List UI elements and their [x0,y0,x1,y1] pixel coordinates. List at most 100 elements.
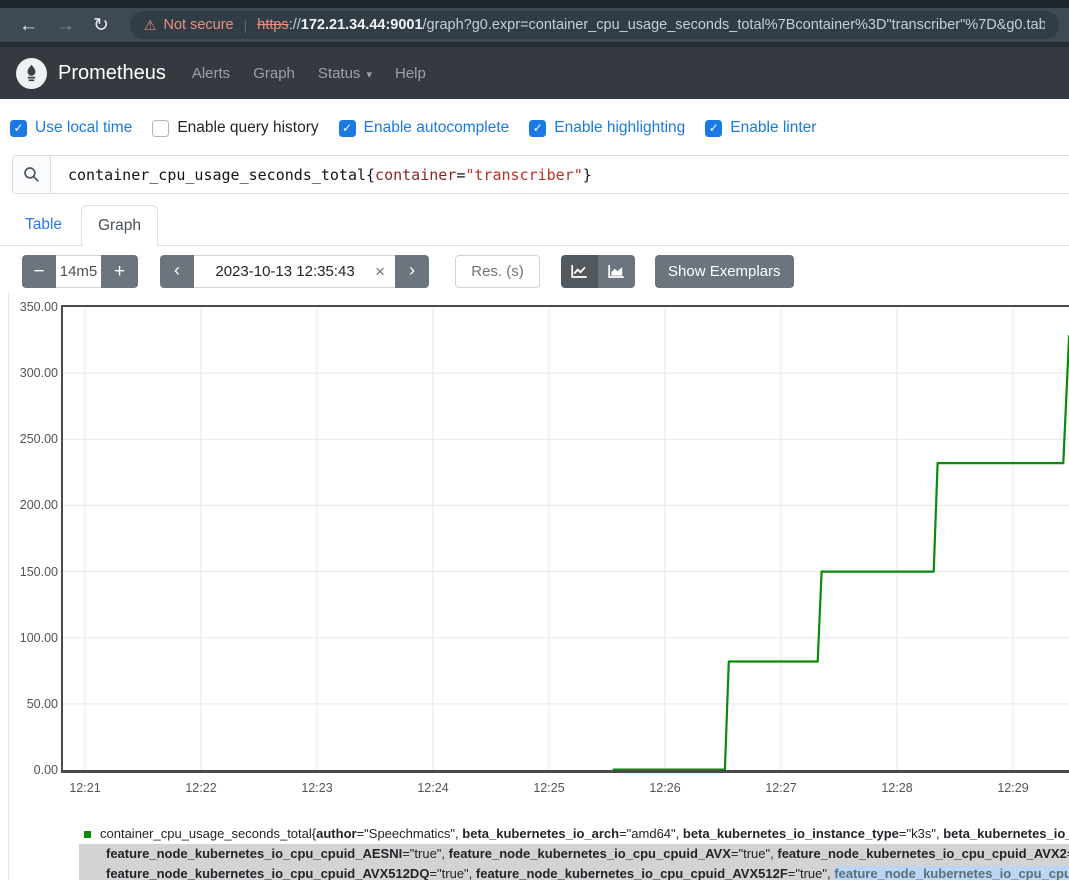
graph-panel: 0.0050.00100.00150.00200.00250.00300.003… [8,292,1069,880]
legend-label-name: feature_node_kubernetes_io_cpu_cpuid_AES… [106,846,402,861]
datetime-field: × [194,255,395,288]
url-path: /graph?g0.expr=container_cpu_usage_secon… [423,17,1045,33]
address-bar[interactable]: ⚠ Not secure | https://172.21.34.44:9001… [130,11,1059,39]
stacked-chart-toggle-button[interactable] [598,255,635,288]
not-secure-label[interactable]: Not secure [163,17,233,33]
legend-swatch-icon [84,831,91,838]
query-token-plain: = [456,166,465,184]
legend-label-value: ="Speechmatics", [357,826,463,841]
checked-checkbox-icon: ✓ [10,120,27,137]
tab-table[interactable]: Table [25,216,62,234]
legend-label-value: container_cpu_usage_seconds_total{ [100,826,316,841]
checked-checkbox-icon: ✓ [705,120,722,137]
show-exemplars-button[interactable]: Show Exemplars [655,255,794,288]
dropdown-caret-icon: ▾ [363,69,372,81]
checkbox-enable-linter[interactable]: ✓Enable linter [705,119,816,137]
browser-window: ← → ↻ ⚠ Not secure | https://172.21.34.4… [0,0,1069,880]
unchecked-checkbox-icon [152,120,169,137]
decrease-duration-button[interactable]: − [22,255,56,288]
browser-toolbar: ← → ↻ ⚠ Not secure | https://172.21.34.4… [0,8,1069,42]
chart-plot-area[interactable] [61,305,1069,773]
legend-label-value: ="true", [731,846,777,861]
prometheus-logo-icon[interactable] [16,58,47,89]
forward-icon[interactable]: → [56,16,75,35]
browser-top-strip [0,0,1069,8]
increase-duration-button[interactable]: + [101,255,138,288]
y-axis-tick-label: 150.00 [9,565,58,579]
x-axis-tick-label: 12:27 [751,781,811,795]
y-axis-tick-label: 100.00 [9,631,58,645]
checkbox-label: Enable highlighting [554,119,685,137]
tab-graph[interactable]: Graph [81,205,158,246]
search-icon [23,166,40,183]
line-chart-icon [571,264,588,279]
y-axis-tick-label: 250.00 [9,432,58,446]
nav-link-graph[interactable]: Graph [253,65,295,82]
checkbox-enable-highlighting[interactable]: ✓ Enable highlighting [529,119,685,137]
query-token-plain: container_cpu_usage_seconds_total{ [68,166,375,184]
query-expression-box: container_cpu_usage_seconds_total{contai… [12,155,1069,194]
settings-row: ✓Use local timeEnable query history✓Enab… [10,112,816,144]
x-axis-tick-label: 12:28 [867,781,927,795]
legend-label-name: feature_node_kubernetes_io_cpu_cpuid_AVX [449,846,731,861]
reload-icon[interactable]: ↻ [93,16,109,35]
not-secure-warning-icon: ⚠ [144,17,157,34]
next-time-button[interactable]: › [395,255,429,288]
legend-label-name: beta_kubernetes_io_os [943,826,1069,841]
flame-icon [22,64,41,83]
nav-link-help[interactable]: Help [395,65,426,82]
legend-text: container_cpu_usage_seconds_total{author… [100,824,1069,844]
nav-link-status[interactable]: Status ▾ [318,65,372,82]
legend-line-1[interactable]: container_cpu_usage_seconds_total{author… [79,824,1069,844]
y-axis-tick-label: 0.00 [9,763,58,777]
url-host: 172.21.34.44:9001 [301,17,423,33]
page-url[interactable]: https://172.21.34.44:9001/graph?g0.expr=… [257,17,1045,33]
query-token-string: "transcriber" [465,166,582,184]
checked-checkbox-icon: ✓ [339,120,356,137]
legend-label-name: feature_node_kubernetes_io_cpu_cpuid_AVX… [106,866,429,880]
resolution-input[interactable] [455,255,540,288]
chart-svg [63,307,1069,770]
query-expression-input[interactable]: container_cpu_usage_seconds_total{contai… [51,156,1069,193]
legend-text: feature_node_kubernetes_io_cpu_cpuid_AES… [106,846,1069,861]
stacked-area-icon [608,264,625,279]
x-axis-tick-label: 12:22 [171,781,231,795]
checked-checkbox-icon: ✓ [529,120,546,137]
legend-line-2[interactable]: feature_node_kubernetes_io_cpu_cpuid_AES… [79,844,1069,864]
previous-time-button[interactable]: ‹ [160,255,194,288]
line-chart-toggle-button[interactable] [561,255,598,288]
brand-title[interactable]: Prometheus [58,62,166,85]
x-axis-tick-label: 12:29 [983,781,1043,795]
legend-label-name: beta_kubernetes_io_instance_type [683,826,899,841]
y-axis-tick-label: 200.00 [9,498,58,512]
legend-text: feature_node_kubernetes_io_cpu_cpuid_AVX… [106,866,1069,880]
y-axis-tick-label: 300.00 [9,366,58,380]
x-axis-tick-label: 12:24 [403,781,463,795]
duration-input[interactable] [56,255,101,288]
legend-line-3[interactable]: feature_node_kubernetes_io_cpu_cpuid_AVX… [79,864,1069,880]
chart-type-toggle-group [561,255,635,288]
chart-legend: container_cpu_usage_seconds_total{author… [79,824,1069,880]
legend-label-name: beta_kubernetes_io_arch [462,826,619,841]
legend-label-value: ="true", [788,866,834,880]
checkbox-enable-autocomplete[interactable]: ✓ Enable autocomplete [339,119,510,137]
legend-label-value: ="k3s", [899,826,943,841]
address-bar-divider: | [244,17,248,33]
checkbox-label: Enable query history [177,119,318,137]
query-token-label: container [375,166,456,184]
legend-label-value: ="amd64", [619,826,683,841]
x-axis-tick-label: 12:21 [55,781,115,795]
checkbox-enable-query-history[interactable]: Enable query history [152,119,318,137]
checkbox-use-local-time[interactable]: ✓Use local time [10,119,132,137]
datetime-input[interactable] [200,263,370,280]
clear-datetime-icon[interactable]: × [375,262,385,282]
y-axis-tick-label: 350.00 [9,300,58,314]
x-axis-tick-label: 12:26 [635,781,695,795]
checkbox-label: Enable autocomplete [364,119,510,137]
nav-link-alerts[interactable]: Alerts [192,65,230,82]
x-axis-tick-label: 12:25 [519,781,579,795]
time-picker-group: ‹ × › [160,255,429,288]
view-tabs: Table Graph [0,205,1069,246]
back-icon[interactable]: ← [19,16,38,35]
legend-label-value: ="true", [429,866,475,880]
